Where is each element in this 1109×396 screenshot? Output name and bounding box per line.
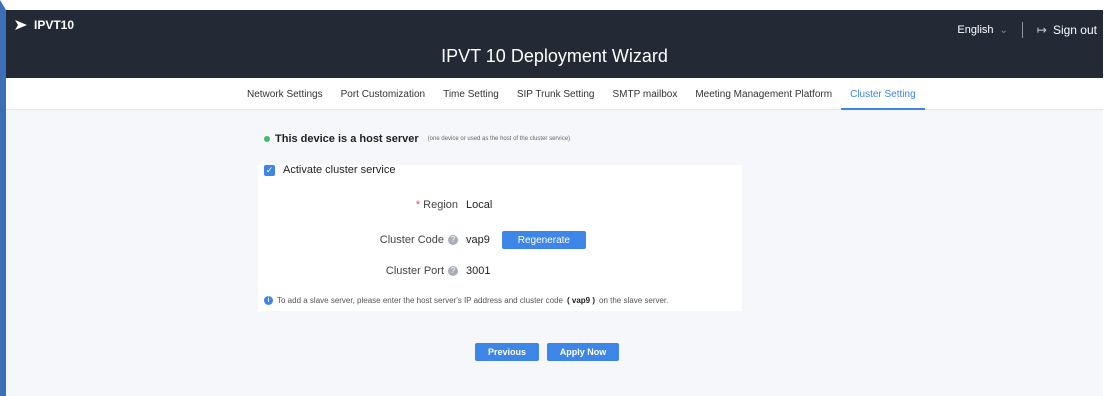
tab-network-settings[interactable]: Network Settings [238, 78, 332, 110]
previous-button[interactable]: Previous [475, 343, 539, 361]
brand: IPVT10 [14, 18, 74, 32]
info-text-prefix: To add a slave server, please enter the … [277, 296, 563, 305]
tab-smtp-mailbox[interactable]: SMTP mailbox [603, 78, 686, 110]
region-value: Local [466, 199, 493, 211]
regenerate-button[interactable]: Regenerate [501, 231, 586, 249]
cluster-port-label-wrap: Cluster Port? [308, 265, 458, 277]
status-dot-icon [264, 136, 270, 142]
host-status-note: (one device or used as the host of the c… [427, 136, 571, 142]
activate-cluster-label: Activate cluster service [283, 164, 396, 176]
required-asterisk: * [415, 199, 421, 211]
brand-name: IPVT10 [34, 18, 75, 32]
activate-cluster-checkbox[interactable]: ✓ Activate cluster service [264, 164, 395, 176]
sign-out-icon: ↦ [1036, 23, 1047, 37]
tab-time-setting[interactable]: Time Setting [434, 78, 508, 110]
sign-out-button[interactable]: ↦ Sign out [1037, 23, 1097, 37]
region-row: * Region Local [308, 199, 492, 211]
region-label-wrap: * Region [308, 199, 458, 211]
wizard-tabs: Network Settings Port Customization Time… [238, 78, 925, 110]
top-right-controls: English ⌄ ↦ Sign out [957, 22, 1097, 38]
region-label: Region [423, 199, 458, 211]
tab-port-customization[interactable]: Port Customization [332, 78, 434, 110]
cluster-code-value: vap9 [466, 234, 490, 246]
tab-cluster-setting[interactable]: Cluster Setting [841, 78, 925, 110]
host-status: This device is a host server (one device… [264, 133, 570, 145]
language-value: English [957, 24, 994, 36]
logo-icon [15, 20, 27, 30]
divider [1021, 22, 1023, 38]
cluster-port-value: 3001 [466, 265, 491, 277]
tab-meeting-management-platform[interactable]: Meeting Management Platform [686, 78, 841, 110]
help-icon[interactable]: ? [448, 266, 458, 277]
cluster-code-label-wrap: Cluster Code? [308, 234, 458, 246]
help-icon[interactable]: ? [448, 235, 458, 246]
wizard-tabs-bar: Network Settings Port Customization Time… [6, 78, 1103, 110]
info-text-suffix: on the slave server. [599, 296, 669, 305]
apply-now-button[interactable]: Apply Now [547, 343, 619, 361]
cluster-code-label: Cluster Code [379, 234, 444, 246]
cluster-info-note: i To add a slave server, please enter th… [264, 296, 668, 305]
host-status-text: This device is a host server [275, 133, 419, 145]
cluster-code-row: Cluster Code? vap9 Regenerate [308, 231, 586, 249]
checkbox-checked-icon[interactable]: ✓ [264, 164, 275, 176]
cluster-port-label: Cluster Port [385, 265, 444, 277]
top-bar: IPVT10 IPVT 10 Deployment Wizard English… [6, 10, 1103, 78]
cluster-port-row: Cluster Port? 3001 [308, 265, 491, 277]
language-select[interactable]: English ⌄ [957, 24, 1007, 36]
sign-out-label: Sign out [1052, 23, 1097, 37]
page-title: IPVT 10 Deployment Wizard [441, 46, 668, 66]
chevron-down-icon: ⌄ [999, 24, 1008, 36]
tab-sip-trunk-setting[interactable]: SIP Trunk Setting [508, 78, 604, 110]
info-icon: i [264, 296, 273, 305]
info-code: ( vap9 ) [566, 296, 595, 305]
